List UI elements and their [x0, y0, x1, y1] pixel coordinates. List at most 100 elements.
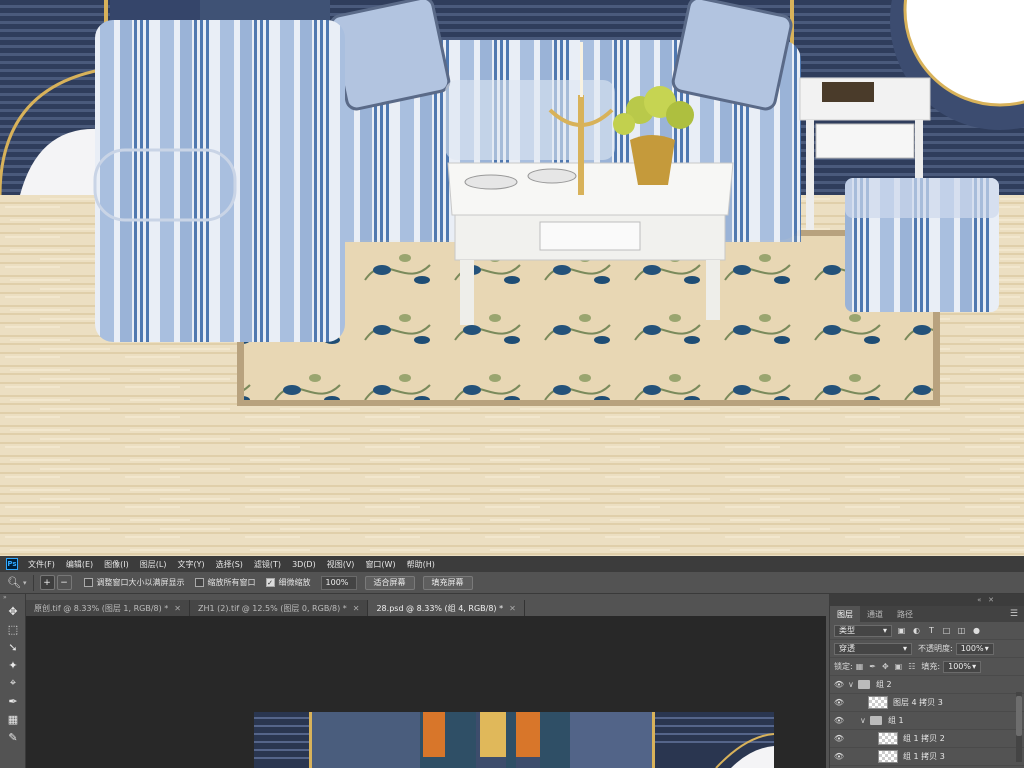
chevron-down-icon: ▾: [882, 626, 887, 635]
tab-document-2[interactable]: ZH1 (2).tif @ 12.5% (图层 0, RGB/8) * ✕: [190, 600, 369, 616]
toolbox: » ✥ ⬚ ➘ ✦ ⌖ ✒ ▦ ✎: [0, 594, 26, 768]
layer-row[interactable]: 👁︎ ∨ 组 2: [830, 676, 1024, 694]
layer-row[interactable]: 👁︎ 组 1 拷贝 2: [830, 730, 1024, 748]
lock-label: 锁定:: [834, 662, 853, 671]
fill-value: 100%: [948, 662, 971, 671]
zoom-percent-field[interactable]: 100%: [320, 575, 357, 590]
photoshop-logo-icon: Ps: [6, 558, 18, 570]
marquee-tool-icon[interactable]: ⬚: [0, 620, 26, 638]
filter-toggle-icon[interactable]: ●: [971, 625, 982, 636]
magic-wand-icon[interactable]: ✦: [0, 656, 26, 674]
close-icon[interactable]: ✕: [174, 604, 181, 613]
chevron-down-icon: ▾: [902, 644, 907, 653]
lock-all-icon[interactable]: ☷: [908, 662, 915, 671]
tab-layers[interactable]: 图层: [830, 606, 860, 622]
resize-windows-checkbox[interactable]: 调整窗口大小以满屏显示: [83, 577, 185, 588]
healing-brush-icon[interactable]: ▦: [0, 710, 26, 728]
menu-view[interactable]: 视图(V): [327, 559, 355, 570]
panel-tabs: 图层 通道 路径 ☰: [830, 606, 1024, 622]
zoom-all-windows-checkbox[interactable]: 缩放所有窗口: [194, 577, 256, 588]
eyedropper-icon[interactable]: ✒: [0, 692, 26, 710]
layer-name: 组 1: [888, 716, 904, 725]
fill-field[interactable]: 100% ▾: [943, 660, 982, 673]
zoom-out-button[interactable]: −: [56, 575, 72, 590]
photoshop-window: Ps 文件(F) 编辑(E) 图像(I) 图层(L) 文字(Y) 选择(S) 滤…: [0, 556, 1024, 768]
menu-edit[interactable]: 编辑(E): [66, 559, 93, 570]
canvas-area[interactable]: [26, 616, 826, 768]
tab-document-1[interactable]: 原创.tif @ 8.33% (图层 1, RGB/8) * ✕: [26, 600, 190, 616]
brush-tool-icon[interactable]: ✎: [0, 728, 26, 746]
visibility-eye-icon[interactable]: 👁︎: [830, 680, 848, 689]
lock-artboard-icon[interactable]: ▣: [895, 662, 903, 671]
close-icon[interactable]: ✕: [353, 604, 360, 613]
lock-position-icon[interactable]: ✥: [882, 662, 889, 671]
menu-layer[interactable]: 图层(L): [140, 559, 167, 570]
menu-select[interactable]: 选择(S): [216, 559, 243, 570]
opacity-label: 不透明度:: [918, 644, 953, 653]
folder-icon: [858, 680, 870, 689]
visibility-eye-icon[interactable]: 👁︎: [830, 734, 848, 743]
layer-row[interactable]: 👁︎ ∨ 组 1: [830, 712, 1024, 730]
menu-image[interactable]: 图像(I): [104, 559, 129, 570]
lock-image-icon[interactable]: ✒: [869, 662, 876, 671]
panel-collapse-bar[interactable]: « ✕: [829, 594, 1024, 606]
layer-name: 组 1 拷贝 3: [903, 752, 945, 761]
tab-label: 28.psd @ 8.33% (组 4, RGB/8) *: [376, 603, 504, 613]
options-bar: 🔍︎ ▾ + − 调整窗口大小以满屏显示 缩放所有窗口 ✓ 细微缩放 100% …: [0, 572, 1024, 594]
fit-screen-button[interactable]: 适合屏幕: [364, 575, 415, 590]
opacity-field[interactable]: 100% ▾: [955, 642, 994, 655]
visibility-eye-icon[interactable]: 👁︎: [830, 716, 848, 725]
layers-panel: 图层 通道 路径 ☰ 类型 ▾ ▣ ◐ T □ ◫ ● 穿透 ▾ 不透明度: 1…: [829, 606, 1024, 768]
toolbox-collapse-icon[interactable]: »: [0, 594, 25, 602]
tool-preset-chevron-icon[interactable]: ▾: [23, 579, 27, 587]
layer-row[interactable]: 👁︎ 图层 4 拷贝 3: [830, 694, 1024, 712]
blend-mode-value: 穿透: [839, 644, 855, 653]
menu-window[interactable]: 窗口(W): [365, 559, 395, 570]
lock-transparent-icon[interactable]: ▦: [856, 662, 864, 671]
tab-channels[interactable]: 通道: [860, 606, 890, 622]
filter-kind-select[interactable]: 类型 ▾: [834, 624, 892, 637]
scrubby-zoom-checkbox[interactable]: ✓ 细微缩放: [265, 577, 311, 588]
layer-thumbnail: [868, 696, 888, 709]
panel-menu-icon[interactable]: ☰: [1010, 609, 1018, 619]
layer-filter-row: 类型 ▾ ▣ ◐ T □ ◫ ●: [830, 622, 1024, 640]
checkbox-checked-icon[interactable]: ✓: [265, 578, 275, 587]
visibility-eye-icon[interactable]: 👁︎: [830, 752, 848, 761]
chevron-down-icon[interactable]: ∨: [848, 680, 858, 689]
filter-pixel-icon[interactable]: ▣: [896, 625, 907, 636]
resize-windows-label: 调整窗口大小以满屏显示: [96, 578, 185, 587]
document-tabs: 原创.tif @ 8.33% (图层 1, RGB/8) * ✕ ZH1 (2)…: [26, 598, 826, 616]
filter-shape-icon[interactable]: □: [941, 625, 952, 636]
zoom-tool-icon[interactable]: 🔍︎: [6, 575, 22, 591]
panel-scrollbar-thumb[interactable]: [1016, 696, 1022, 736]
layer-name: 组 1 拷贝 2: [903, 734, 945, 743]
blend-mode-select[interactable]: 穿透 ▾: [834, 642, 912, 655]
menu-type[interactable]: 文字(Y): [177, 559, 204, 570]
filter-adjustment-icon[interactable]: ◐: [911, 625, 922, 636]
chevron-down-icon: ▾: [972, 662, 977, 671]
move-tool-icon[interactable]: ✥: [0, 602, 26, 620]
menu-file[interactable]: 文件(F): [28, 559, 55, 570]
checkbox-box[interactable]: [83, 578, 93, 587]
layer-row[interactable]: 👁︎ 组 1 拷贝 3: [830, 748, 1024, 766]
tab-document-3-active[interactable]: 28.psd @ 8.33% (组 4, RGB/8) * ✕: [368, 600, 525, 616]
filter-type-icon[interactable]: T: [926, 625, 937, 636]
checkbox-box[interactable]: [194, 578, 204, 587]
opacity-value: 100%: [960, 644, 984, 653]
close-icon[interactable]: ✕: [509, 604, 516, 613]
chevron-down-icon[interactable]: ∨: [860, 716, 870, 725]
menu-3d[interactable]: 3D(D): [292, 560, 316, 569]
zoom-in-button[interactable]: +: [39, 575, 55, 590]
lasso-tool-icon[interactable]: ➘: [0, 638, 26, 656]
fill-screen-button[interactable]: 填充屏幕: [422, 575, 473, 590]
visibility-eye-icon[interactable]: 👁︎: [830, 698, 848, 707]
scrubby-zoom-label: 细微缩放: [278, 578, 311, 587]
tab-paths[interactable]: 路径: [890, 606, 920, 622]
menu-filter[interactable]: 滤镜(T): [254, 559, 281, 570]
zoom-all-windows-label: 缩放所有窗口: [207, 578, 256, 587]
filter-smart-object-icon[interactable]: ◫: [956, 625, 967, 636]
crop-tool-icon[interactable]: ⌖: [0, 674, 26, 692]
lock-fill-row: 锁定: ▦ ✒ ✥ ▣ ☷ 填充: 100% ▾: [830, 658, 1024, 676]
fill-label: 填充:: [921, 662, 941, 671]
menu-help[interactable]: 帮助(H): [407, 559, 435, 570]
